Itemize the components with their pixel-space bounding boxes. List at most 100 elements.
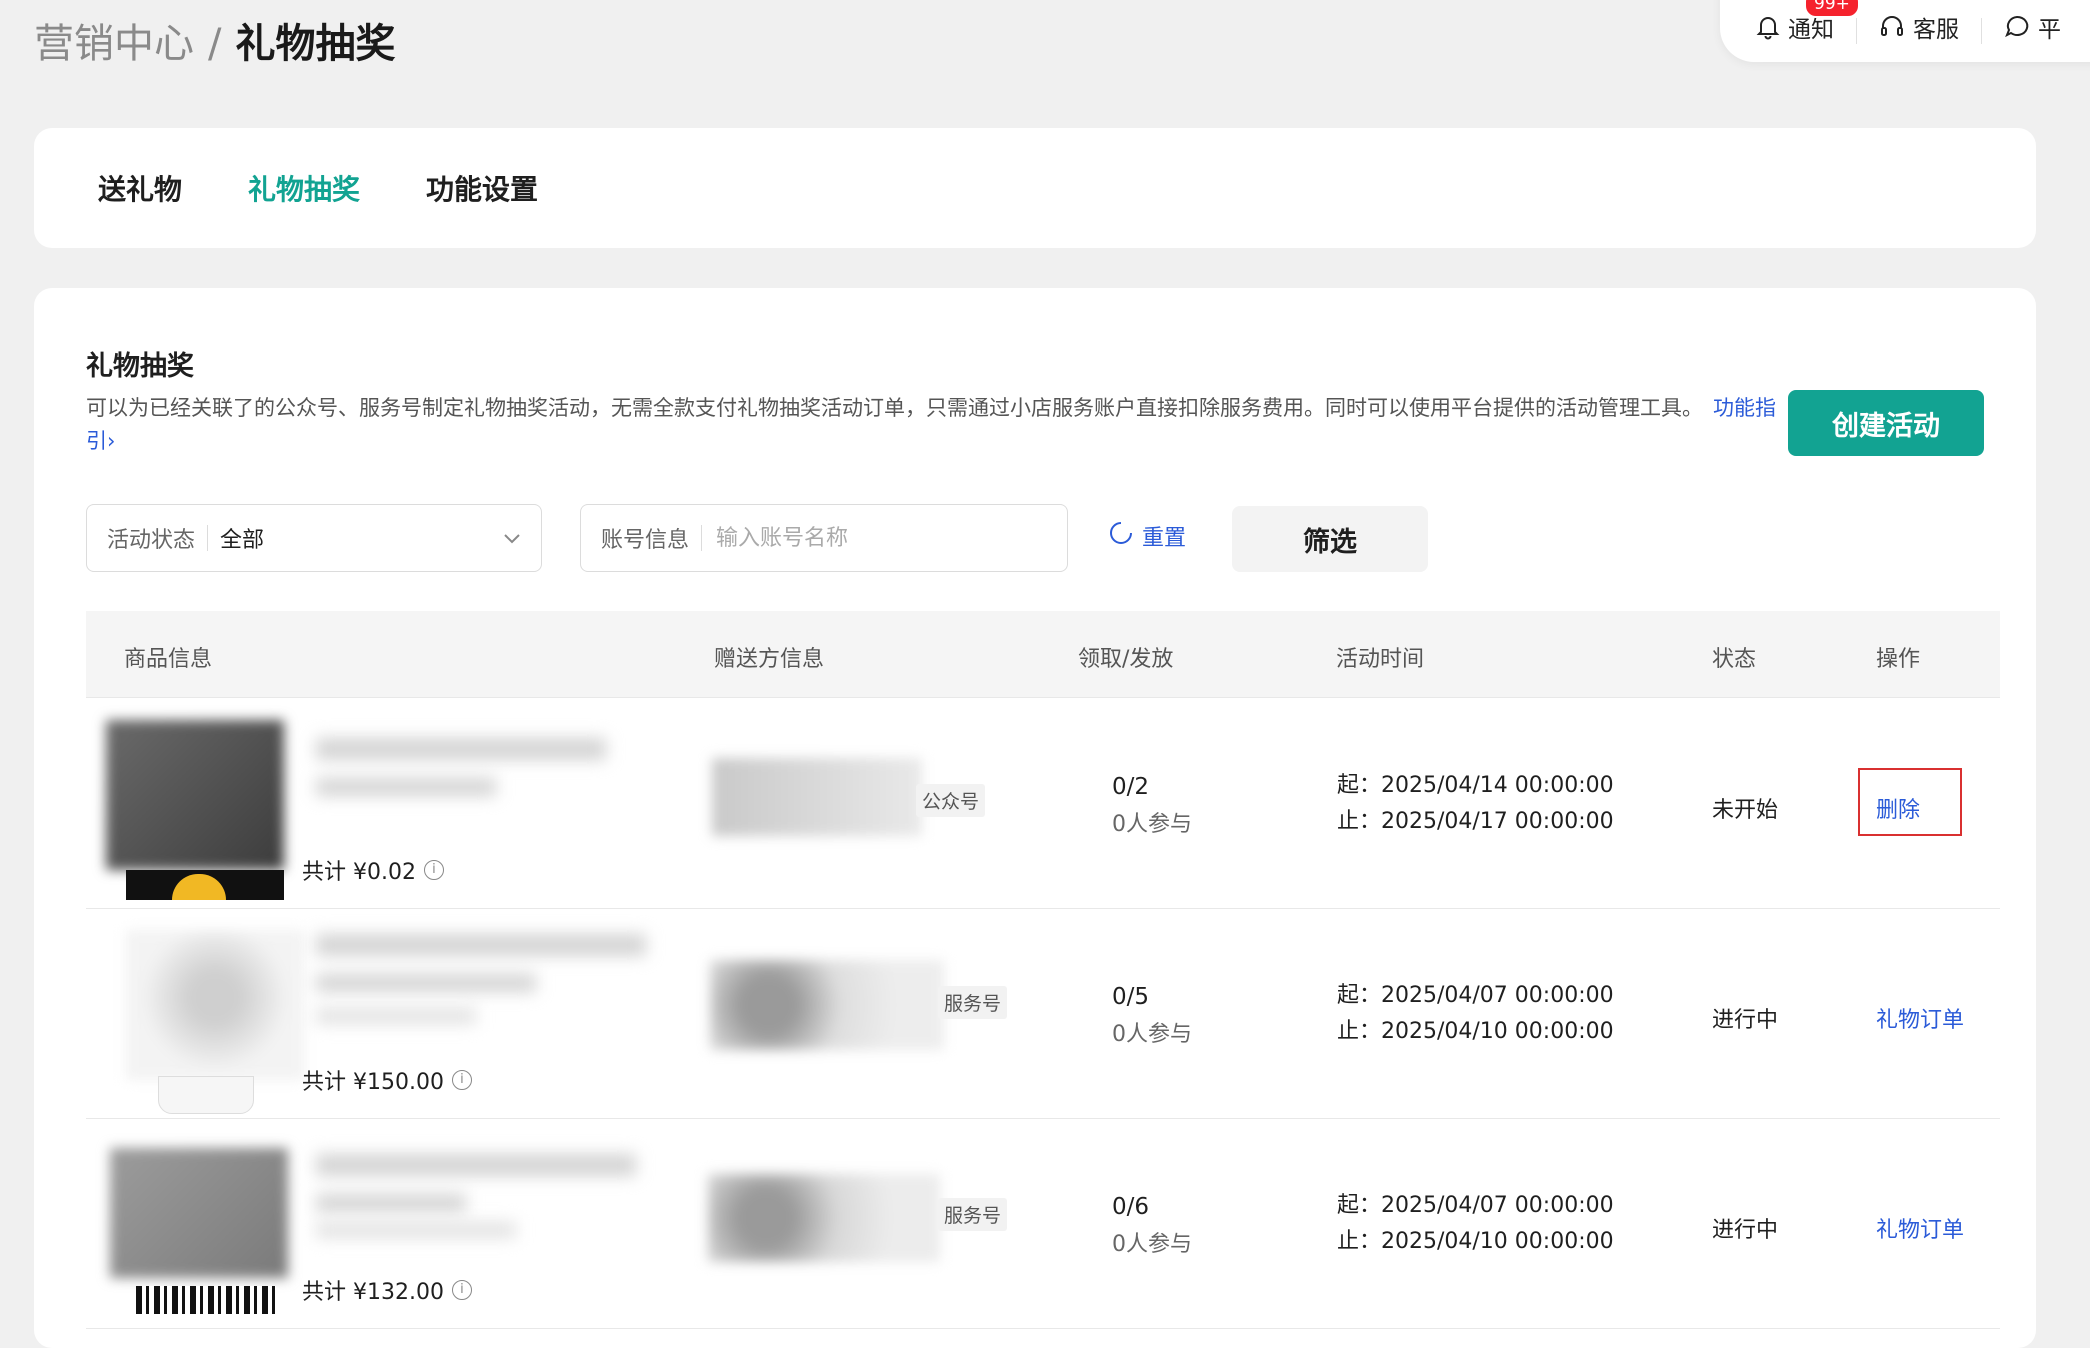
headset-icon: [1879, 14, 1905, 40]
gift-order-button[interactable]: 礼物订单: [1876, 1212, 1964, 1244]
table-row: 共计 ¥132.00 i 服务号 0/6 0人参与 起：2025/04/07 0…: [86, 1118, 2000, 1329]
customer-service-label: 客服: [1913, 17, 1959, 43]
product-image[interactable]: [106, 720, 284, 870]
product-image[interactable]: [126, 930, 304, 1080]
chevron-right-icon: ›: [107, 429, 116, 453]
divider: [1856, 18, 1857, 44]
product-image-strip: [158, 1076, 254, 1114]
product-total-text: 共计 ¥0.02: [302, 860, 416, 885]
divider: [1981, 18, 1982, 44]
column-header-donor: 赠送方信息: [714, 647, 825, 672]
notification-button[interactable]: 通知 99+: [1756, 0, 1860, 44]
filter-button[interactable]: 筛选: [1232, 506, 1428, 572]
end-time: 止：2025/04/10 00:00:00: [1337, 1019, 1614, 1044]
gift-order-button[interactable]: 礼物订单: [1876, 1002, 1964, 1034]
participant-count: 0人参与: [1112, 1022, 1192, 1047]
bell-icon: [1756, 14, 1780, 40]
claim-count: 0/5: [1112, 984, 1150, 1010]
product-total-text: 共计 ¥132.00: [302, 1280, 444, 1305]
platform-label: 平: [2038, 17, 2061, 43]
product-total: 共计 ¥132.00 i: [302, 1274, 472, 1306]
donor-avatar-blurred: [710, 960, 944, 1050]
claim-count: 0/6: [1112, 1194, 1150, 1220]
info-icon[interactable]: i: [451, 1070, 472, 1090]
donor-type-tag: 公众号: [916, 784, 986, 817]
lottery-panel: 礼物抽奖 可以为已经关联了的公众号、服务号制定礼物抽奖活动，无需全款支付礼物抽奖…: [34, 288, 2036, 1348]
notification-badge: 99+: [1804, 0, 1860, 18]
product-total-text: 共计 ¥150.00: [302, 1070, 444, 1095]
account-field-label: 账号信息: [601, 528, 690, 553]
create-activity-button[interactable]: 创建活动: [1788, 390, 1984, 456]
donor-type-tag: 服务号: [938, 1198, 1008, 1231]
info-icon[interactable]: i: [451, 1280, 472, 1300]
participant-count: 0人参与: [1112, 1232, 1192, 1257]
product-subtitle-blurred: [316, 974, 536, 992]
status-select-label: 活动状态: [107, 528, 196, 553]
start-time: 起：2025/04/07 00:00:00: [1337, 983, 1614, 1008]
column-header-claim: 领取/发放: [1078, 647, 1174, 672]
description-text: 可以为已经关联了的公众号、服务号制定礼物抽奖活动，无需全款支付礼物抽奖活动订单，…: [86, 396, 1703, 420]
table-row: 共计 ¥0.02 i 公众号 0/2 0人参与 起：2025/04/14 00:…: [86, 698, 2000, 909]
start-time: 起：2025/04/07 00:00:00: [1337, 1193, 1614, 1218]
info-icon[interactable]: i: [423, 860, 444, 880]
refresh-icon: [1108, 520, 1134, 552]
tab-send-gift[interactable]: 送礼物: [98, 168, 182, 208]
status-select-value: 全部: [220, 528, 265, 553]
status-badge: 进行中: [1712, 1218, 1779, 1243]
breadcrumb-parent[interactable]: 营销中心: [34, 18, 194, 70]
customer-service-button[interactable]: 客服: [1879, 10, 1959, 44]
start-time: 起：2025/04/14 00:00:00: [1337, 773, 1614, 798]
column-header-status: 状态: [1712, 647, 1757, 672]
column-header-time: 活动时间: [1336, 647, 1425, 672]
end-time: 止：2025/04/17 00:00:00: [1337, 809, 1614, 834]
top-action-bar: 通知 99+ 客服 平: [1720, 0, 2090, 62]
claim-info: 0/2 0人参与: [1112, 768, 1192, 844]
breadcrumb: 营销中心 / 礼物抽奖: [34, 18, 395, 70]
page-title: 礼物抽奖: [235, 21, 396, 67]
table-row: 共计 ¥150.00 i 服务号 0/5 0人参与 起：2025/04/07 0…: [86, 908, 2000, 1119]
reset-label: 重置: [1142, 526, 1187, 551]
product-image[interactable]: [110, 1148, 288, 1278]
product-image-strip: [126, 870, 284, 900]
product-total: 共计 ¥0.02 i: [302, 854, 444, 886]
divider: [701, 525, 703, 551]
product-subtitle-blurred: [316, 778, 496, 796]
status-select[interactable]: 活动状态 全部: [86, 504, 542, 572]
platform-button[interactable]: 平: [2004, 10, 2061, 44]
claim-info: 0/6 0人参与: [1112, 1188, 1192, 1264]
activity-time: 起：2025/04/07 00:00:00 止：2025/04/10 00:00…: [1337, 1188, 1614, 1260]
product-subtitle-blurred: [316, 1194, 466, 1212]
product-title-blurred: [316, 738, 606, 760]
delete-button[interactable]: 删除: [1876, 792, 1920, 824]
breadcrumb-separator: /: [208, 21, 222, 67]
qr-code-strip: [136, 1286, 276, 1314]
status-badge: 进行中: [1712, 1008, 1779, 1033]
divider: [207, 525, 209, 551]
table-header: 商品信息 赠送方信息 领取/发放 活动时间 状态 操作: [86, 611, 2000, 698]
donor-avatar-blurred: [708, 1174, 940, 1262]
product-spec-blurred: [316, 1222, 516, 1238]
end-time: 止：2025/04/10 00:00:00: [1337, 1229, 1614, 1254]
activity-time: 起：2025/04/14 00:00:00 止：2025/04/17 00:00…: [1337, 768, 1614, 840]
claim-count: 0/2: [1112, 774, 1150, 800]
reset-button[interactable]: 重置: [1108, 520, 1186, 552]
chevron-down-icon: [503, 526, 521, 551]
donor-type-tag: 服务号: [938, 986, 1008, 1019]
tab-gift-lottery[interactable]: 礼物抽奖: [248, 168, 360, 208]
column-header-action: 操作: [1876, 647, 1921, 672]
product-total: 共计 ¥150.00 i: [302, 1064, 472, 1096]
product-spec-blurred: [316, 1008, 476, 1024]
column-header-product: 商品信息: [124, 647, 213, 672]
section-title: 礼物抽奖: [86, 351, 194, 382]
chat-bubble-icon: [2004, 14, 2030, 40]
product-title-blurred: [316, 934, 646, 956]
product-title-blurred: [316, 1154, 636, 1176]
tab-bar: 送礼物 礼物抽奖 功能设置: [34, 128, 2036, 248]
tab-settings[interactable]: 功能设置: [426, 168, 538, 208]
section-description: 可以为已经关联了的公众号、服务号制定礼物抽奖活动，无需全款支付礼物抽奖活动订单，…: [86, 392, 1786, 458]
account-search-field: 账号信息: [580, 504, 1068, 572]
account-search-input[interactable]: [714, 524, 1047, 552]
claim-info: 0/5 0人参与: [1112, 978, 1192, 1054]
status-badge: 未开始: [1712, 798, 1779, 823]
activity-time: 起：2025/04/07 00:00:00 止：2025/04/10 00:00…: [1337, 978, 1614, 1050]
